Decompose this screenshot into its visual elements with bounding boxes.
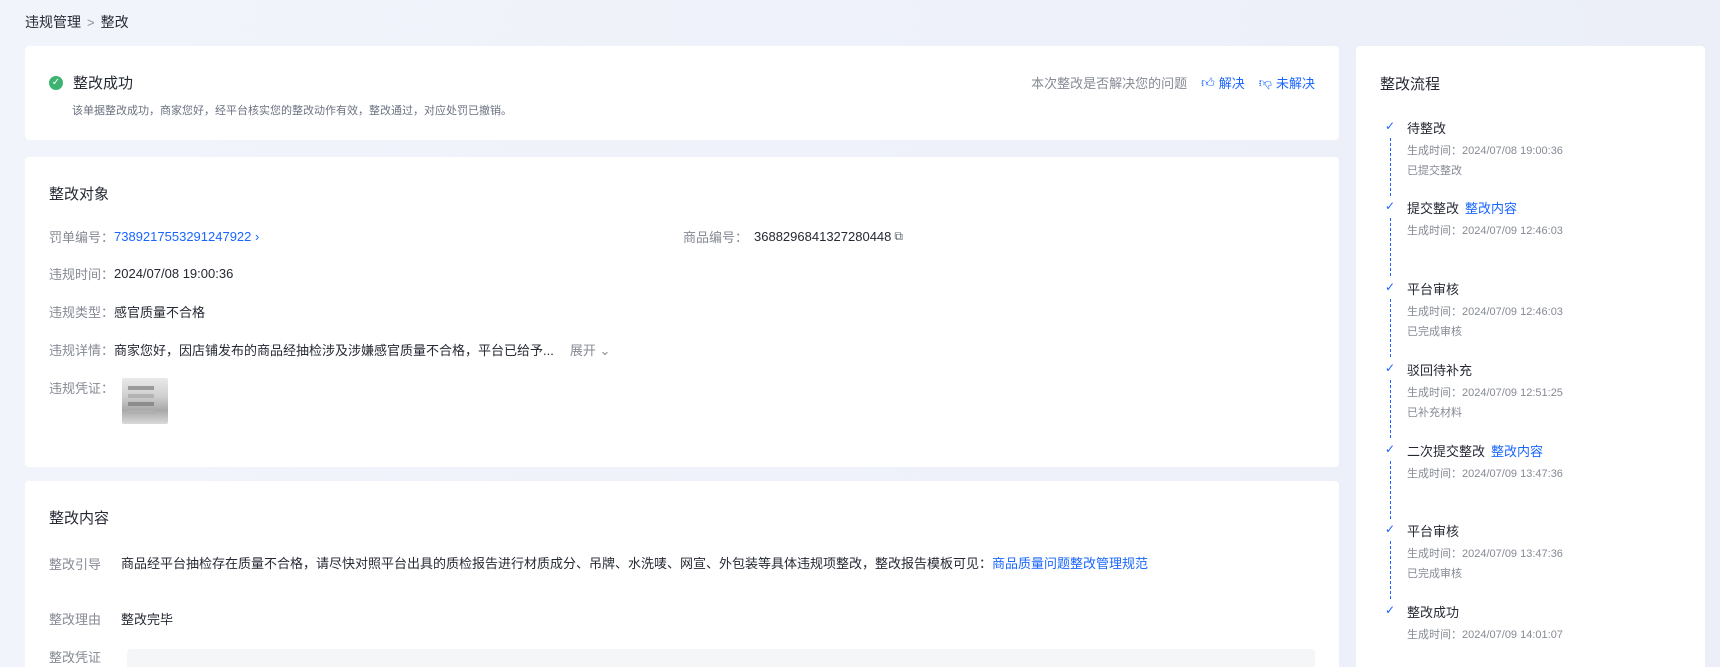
check-icon: ✓	[1385, 119, 1396, 133]
resolved-label: 解决	[1218, 76, 1245, 91]
content-evidence-label: 整改凭证	[49, 650, 102, 665]
process-step-name: 驳回待补充	[1407, 360, 1472, 379]
chevron-right-icon: ›	[255, 229, 260, 244]
breadcrumb-parent[interactable]: 违规管理	[25, 12, 81, 32]
check-icon: ✓	[1385, 361, 1396, 375]
chevron-down-icon: ⌄	[599, 343, 611, 358]
process-step-name: 二次提交整改 整改内容	[1407, 441, 1543, 460]
expand-button[interactable]: 展开 ⌄	[570, 340, 611, 359]
penalty-number-row: 罚单编号： 7389217553291247922 ›	[49, 227, 259, 246]
violation-type-label: 违规类型：	[49, 305, 115, 320]
process-step-time: 生成时间：2024/07/09 12:51:25	[1407, 387, 1563, 399]
timeline-connector	[1390, 218, 1391, 276]
process-step-note: 已完成审核	[1407, 568, 1462, 580]
process-step-label: 平台审核	[1407, 282, 1460, 297]
resolved-button[interactable]: 👍︎ 解决	[1201, 73, 1245, 92]
object-title: 整改对象	[49, 186, 110, 203]
reason-label: 整改理由	[49, 612, 102, 627]
process-step-time: 生成时间：2024/07/09 13:47:36	[1407, 548, 1563, 560]
check-icon: ✓	[1385, 442, 1396, 456]
timeline-connector	[1390, 299, 1391, 357]
process-step-name: 待整改	[1407, 118, 1446, 137]
penalty-number-value: 7389217553291247922	[114, 229, 252, 244]
violation-type-row: 违规类型： 感官质量不合格	[49, 302, 205, 321]
process-step-label: 平台审核	[1407, 524, 1460, 539]
check-icon: ✓	[1385, 603, 1396, 617]
guide-label: 整改引导	[49, 557, 102, 572]
violation-time-value: 2024/07/08 19:00:36	[114, 266, 234, 281]
process-step-link[interactable]: 整改内容	[1491, 444, 1543, 459]
process-step-name: 平台审核	[1407, 521, 1459, 540]
guide-text: 商品经平台抽检存在质量不合格，请尽快对照平台出具的质检报告进行材质成分、吊牌、水…	[121, 556, 993, 571]
process-step-label: 驳回待补充	[1407, 363, 1473, 378]
process-step-note: 已补充材料	[1407, 407, 1462, 419]
status-title-row: ✓ 整改成功	[49, 72, 133, 93]
evidence-thumbnail[interactable]	[122, 378, 169, 424]
feedback-bar: 本次整改是否解决您的问题 👍︎ 解决 👎︎ 未解决	[1031, 73, 1315, 92]
violation-evidence-label: 违规凭证：	[49, 381, 115, 396]
process-step-label: 二次提交整改	[1407, 444, 1486, 459]
check-circle-icon: ✓	[49, 75, 63, 90]
process-step-time: 生成时间：2024/07/09 12:46:03	[1407, 306, 1563, 318]
process-card: 整改流程 ✓ 待整改生成时间：2024/07/08 19:00:36 已提交整改 ✓ 提…	[1356, 46, 1705, 667]
reason-row: 整改理由 整改完毕	[49, 609, 173, 628]
violation-time-row: 违规时间： 2024/07/08 19:00:36	[49, 264, 233, 283]
evidence-row: 整改凭证	[49, 647, 121, 666]
process-step-time: 生成时间：2024/07/09 13:47:36	[1407, 468, 1563, 480]
process-step-note: 已提交整改	[1407, 165, 1462, 177]
process-step-time: 生成时间：2024/07/09 14:01:07	[1407, 629, 1563, 641]
breadcrumb-current: 整改	[100, 14, 129, 30]
process-step-name: 整改成功	[1407, 602, 1459, 621]
thumbs-down-icon: 👎︎	[1258, 74, 1272, 90]
timeline-connector	[1390, 541, 1391, 599]
reason-value: 整改完毕	[121, 612, 174, 627]
process-step-time: 生成时间：2024/07/08 19:00:36	[1407, 145, 1563, 157]
violation-detail-row: 违规详情： 商家您好，因店铺发布的商品经抽检涉及涉嫌感官质量不合格，平台已给予.…	[49, 340, 610, 359]
status-description: 该单据整改成功，商家您好，经平台核实您的整改动作有效，整改通过，对应处罚已撤销。	[72, 105, 512, 117]
feedback-question: 本次整改是否解决您的问题	[1031, 76, 1188, 91]
copy-icon[interactable]: ⧉	[894, 229, 903, 244]
expand-label: 展开	[569, 343, 596, 358]
guide-row: 整改引导 商品经平台抽检存在质量不合格，请尽快对照平台出具的质检报告进行材质成分…	[49, 554, 1191, 573]
status-card: ✓ 整改成功 该单据整改成功，商家您好，经平台核实您的整改动作有效，整改通过，对…	[25, 46, 1339, 140]
process-step-label: 待整改	[1407, 121, 1447, 136]
violation-detail-value: 商家您好，因店铺发布的商品经抽检涉及涉嫌感官质量不合格，平台已给予...	[114, 343, 554, 358]
timeline-connector	[1390, 461, 1391, 519]
penalty-number-label: 罚单编号：	[49, 230, 115, 245]
process-step-time: 生成时间：2024/07/09 12:46:03	[1407, 225, 1563, 237]
check-icon: ✓	[1385, 522, 1396, 536]
check-icon: ✓	[1385, 199, 1396, 213]
product-number-value: 3688296841327280448	[754, 229, 892, 244]
thumbs-up-icon: 👍︎	[1201, 74, 1215, 90]
rectification-content-card: 整改内容 整改引导 商品经平台抽检存在质量不合格，请尽快对照平台出具的质检报告进…	[25, 481, 1339, 667]
check-icon: ✓	[1385, 280, 1396, 294]
penalty-number-link[interactable]: 7389217553291247922 ›	[114, 229, 259, 244]
rectification-object-card: 整改对象 罚单编号： 7389217553291247922 › 商品编号： 3…	[25, 157, 1339, 467]
process-step-name: 提交整改 整改内容	[1407, 198, 1517, 217]
breadcrumb: 违规管理 > 整改	[25, 12, 129, 32]
guide-link[interactable]: 商品质量问题整改管理规范	[992, 556, 1148, 571]
product-number-label: 商品编号：	[683, 230, 749, 245]
process-step-note: 已完成审核	[1407, 326, 1462, 338]
product-number-row: 商品编号： 3688296841327280448 ⧉	[683, 227, 903, 246]
process-step-label: 整改成功	[1407, 605, 1460, 620]
process-title: 整改流程	[1380, 76, 1441, 93]
timeline-connector	[1390, 380, 1391, 438]
violation-time-label: 违规时间：	[49, 267, 115, 282]
violation-detail-label: 违规详情：	[49, 343, 115, 358]
unresolved-label: 未解决	[1275, 76, 1315, 91]
guide-text-block: 商品经平台抽检存在质量不合格，请尽快对照平台出具的质检报告进行材质成分、吊牌、水…	[121, 554, 1191, 573]
process-step-label: 提交整改	[1407, 201, 1460, 216]
content-title: 整改内容	[49, 510, 110, 527]
violation-type-value: 感官质量不合格	[114, 305, 206, 320]
timeline-connector	[1390, 138, 1391, 196]
process-step-name: 平台审核	[1407, 279, 1459, 298]
process-step-link[interactable]: 整改内容	[1465, 201, 1517, 216]
evidence-box	[127, 649, 1315, 667]
violation-evidence-row: 违规凭证：	[49, 378, 169, 424]
status-title: 整改成功	[73, 75, 134, 92]
unresolved-button[interactable]: 👎︎ 未解决	[1259, 73, 1315, 92]
breadcrumb-separator: >	[87, 14, 95, 30]
